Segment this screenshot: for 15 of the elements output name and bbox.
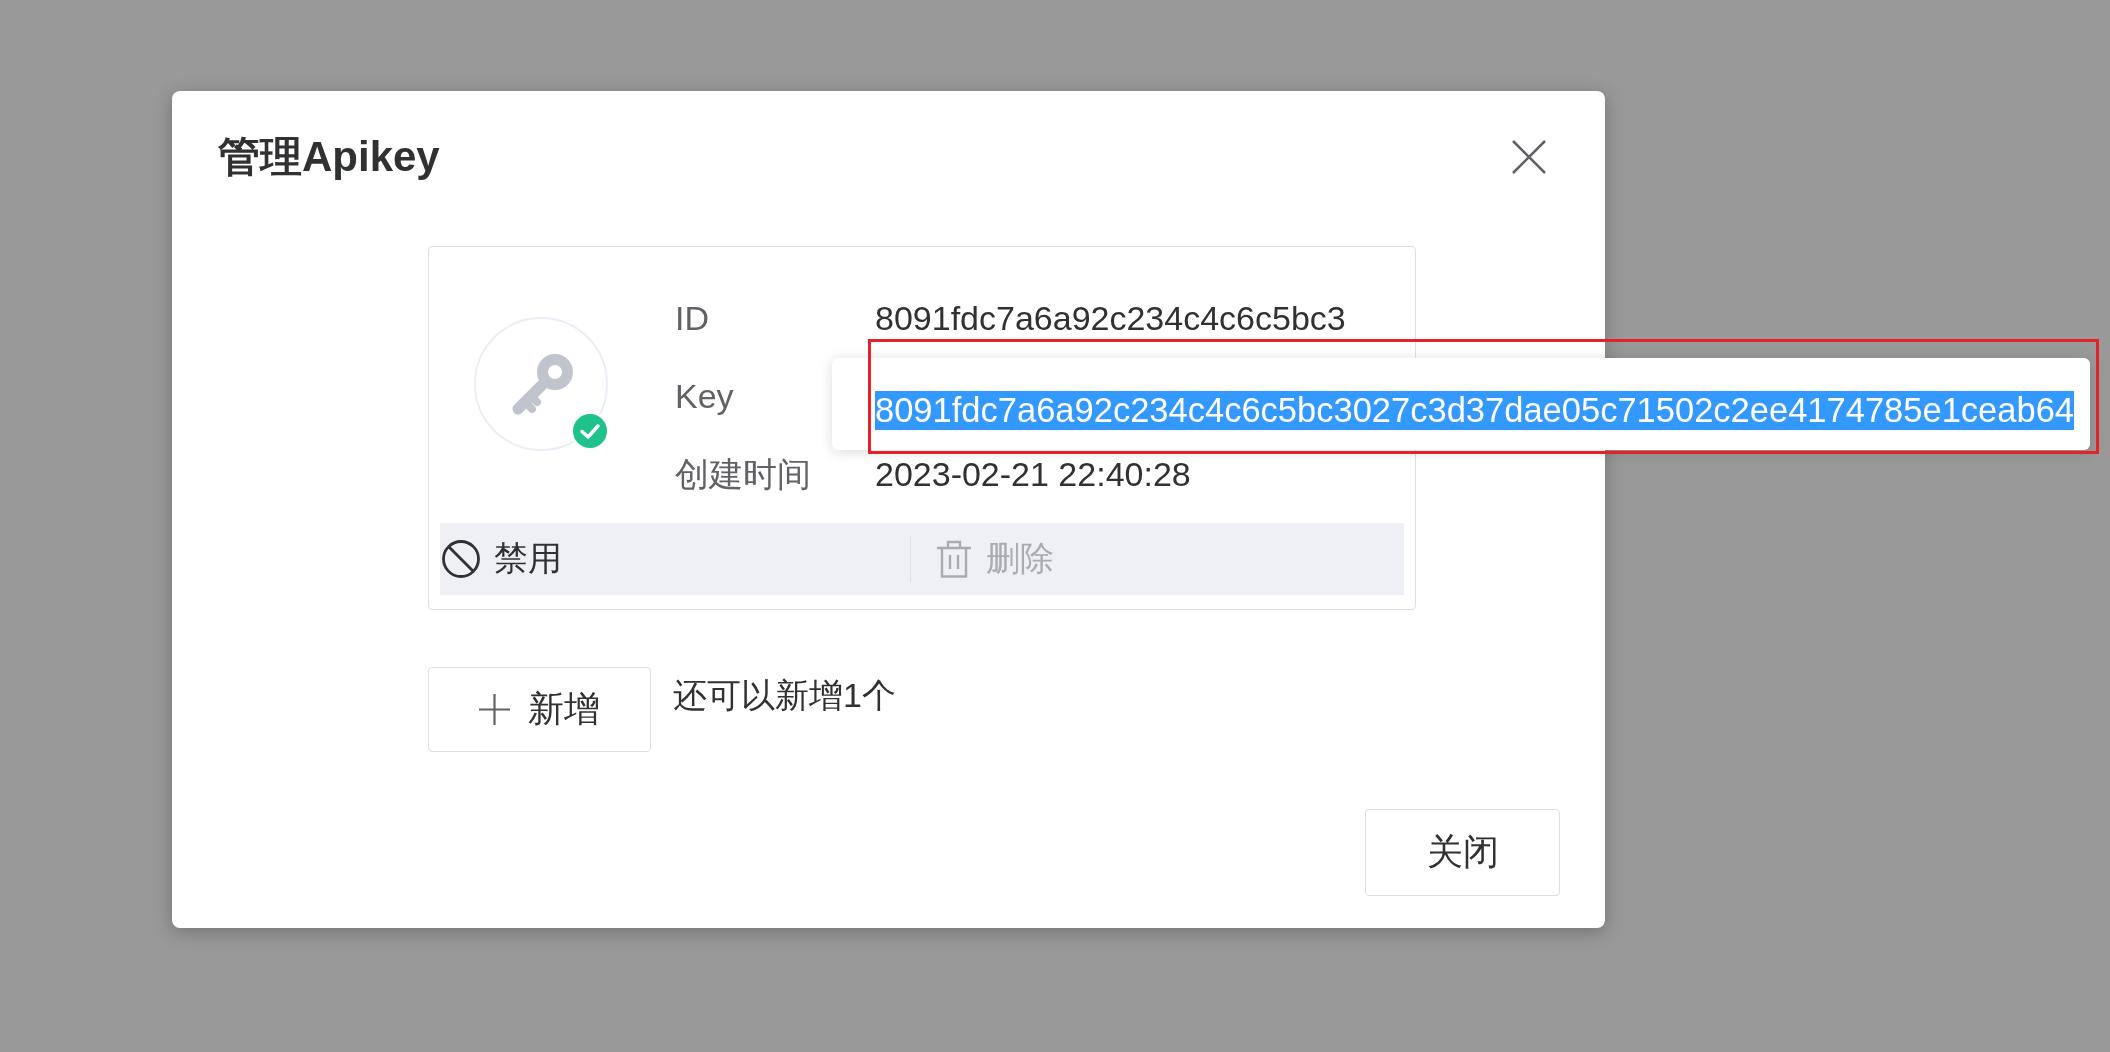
ban-icon xyxy=(442,540,480,578)
field-label: Key xyxy=(675,377,735,417)
field-value: 2023-02-21 22:40:28 xyxy=(875,455,1191,495)
add-button[interactable]: 新增 xyxy=(428,667,651,752)
field-label: 创建时间 xyxy=(675,455,812,495)
trash-icon xyxy=(936,540,972,578)
footer-button[interactable]: 关闭 xyxy=(1365,809,1560,896)
field-label: ID xyxy=(675,299,710,339)
remaining-note: 还可以新增1个 xyxy=(673,676,896,716)
dialog-title: 管理Apikey xyxy=(218,132,440,182)
close-icon[interactable] xyxy=(1512,140,1546,174)
disable-button[interactable]: 禁用 xyxy=(442,539,562,579)
key-text: 8091fdc7a6a92c234c4c6c5bc3027c3d37dae05c71502c2ee4174785e1ceab64 xyxy=(875,390,2074,430)
field-value: 8091fdc7a6a92c234c4c6c5bc3 xyxy=(875,299,1346,339)
plus-icon xyxy=(479,694,510,725)
